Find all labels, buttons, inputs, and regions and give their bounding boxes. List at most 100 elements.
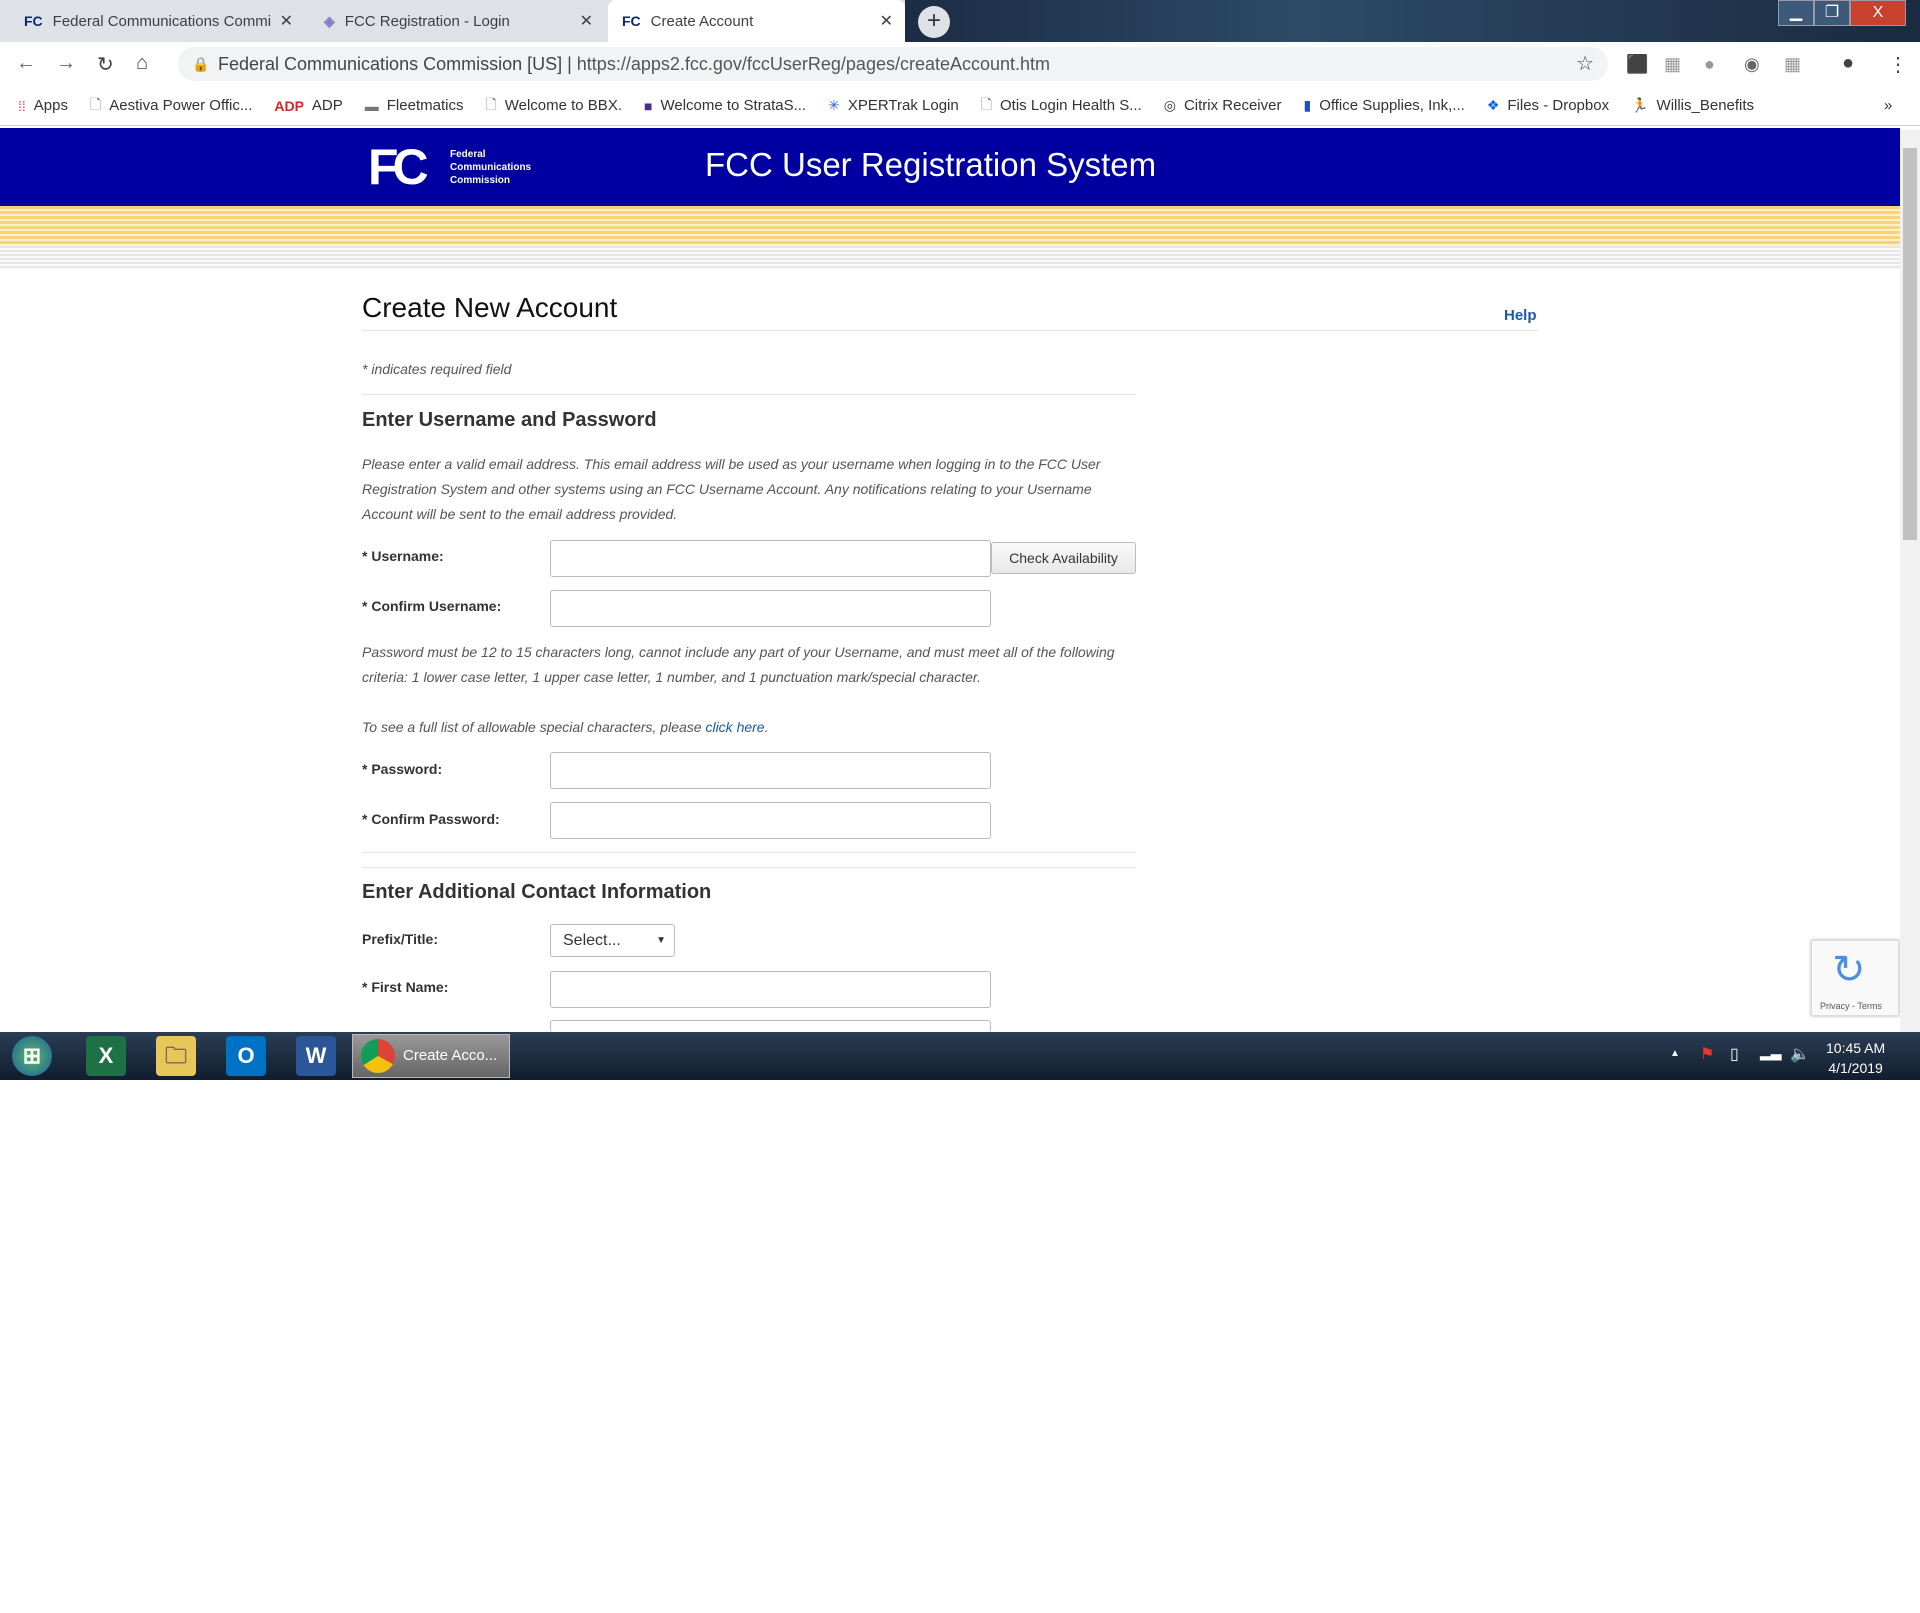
tab-label: Create Account — [650, 12, 754, 30]
chrome-icon — [361, 1039, 395, 1073]
special-characters-note: To see a full list of allowable special … — [362, 719, 769, 735]
close-icon[interactable]: ✕ — [580, 11, 593, 31]
bookmark[interactable]: ADP ADP — [274, 97, 342, 114]
file-explorer-icon[interactable]: 🗀 — [156, 1036, 196, 1076]
bookmark[interactable]: 🗋 Welcome to BBX. — [485, 94, 622, 118]
divider — [362, 394, 1136, 395]
tray-expand-icon[interactable]: ▲ — [1670, 1048, 1680, 1059]
help-link[interactable]: Help — [1504, 307, 1537, 324]
close-icon[interactable]: ✕ — [880, 11, 893, 31]
password-label: * Password: — [362, 761, 443, 777]
bookmark[interactable]: 🏃 Willis_Benefits — [1631, 97, 1754, 114]
password-rules: Password must be 12 to 15 characters lon… — [362, 644, 1115, 685]
last-name-input[interactable] — [550, 1020, 991, 1032]
recaptcha-badge[interactable]: ↻ Privacy - Terms — [1811, 940, 1899, 1016]
page-icon: 🗋 — [89, 95, 102, 112]
divider — [362, 867, 1136, 868]
bookmark[interactable]: ◎ Citrix Receiver — [1164, 97, 1282, 114]
bookmark[interactable]: ✳ XPERTrak Login — [828, 97, 959, 114]
scrollbar[interactable] — [1900, 130, 1920, 1032]
header-stripes — [0, 206, 1900, 250]
star-burst-icon: ✳ — [828, 97, 840, 113]
check-availability-button[interactable]: Check Availability — [991, 542, 1136, 574]
bookmark-apps[interactable]: ⁞⁞ Apps — [18, 97, 68, 114]
bookmark[interactable]: ▮ Office Supplies, Ink,... — [1303, 97, 1464, 114]
clock[interactable]: 10:45 AM 4/1/2019 — [1826, 1038, 1885, 1078]
confirm-username-input[interactable] — [550, 590, 991, 627]
recaptcha-icon: ↻ — [1832, 948, 1866, 992]
bookmark[interactable]: 🗋 Aestiva Power Offic... — [90, 94, 252, 118]
bookmark-label: Welcome to StrataS... — [660, 97, 807, 114]
address-bar[interactable]: 🔒 Federal Communications Commission [US] … — [178, 47, 1608, 81]
password-input[interactable] — [550, 752, 991, 789]
network-icon[interactable]: ▂▃ — [1760, 1044, 1782, 1061]
fcc-favicon: FC — [622, 13, 641, 29]
divider — [362, 852, 1136, 853]
section-heading: Enter Username and Password — [362, 409, 657, 431]
taskbar — [0, 1032, 1920, 1080]
action-center-flag-icon[interactable]: ⚑ — [1700, 1044, 1714, 1064]
adp-icon: ADP — [274, 97, 304, 114]
lock-icon: 🔒 — [192, 56, 210, 72]
runner-icon: 🏃 — [1631, 97, 1649, 113]
calendar-extension-icon[interactable]: ▦ — [1784, 54, 1801, 75]
reload-icon[interactable]: ↻ — [97, 52, 114, 77]
profile-icon[interactable]: ● — [1842, 52, 1854, 75]
tab-fcc[interactable]: FC Federal Communications Commi ✕ — [10, 0, 305, 42]
username-label: * Username: — [362, 548, 444, 564]
divider — [362, 330, 1538, 331]
taskbar-chrome-window[interactable]: Create Acco... — [352, 1034, 510, 1078]
new-tab-button[interactable]: + — [918, 6, 950, 38]
back-icon[interactable]: ← — [16, 52, 36, 75]
page-icon: 🗋 — [485, 95, 497, 112]
url-text: https://apps2.fcc.gov/fccUserReg/pages/c… — [576, 54, 1051, 74]
word-icon[interactable]: W — [296, 1036, 336, 1076]
first-name-input[interactable] — [550, 971, 991, 1008]
home-icon[interactable]: ⌂ — [136, 52, 148, 75]
tab-create-account[interactable]: FC Create Account ✕ — [608, 0, 905, 42]
bookmark[interactable]: 🗋 Otis Login Health S... — [981, 94, 1142, 118]
excel-icon[interactable]: X — [86, 1036, 126, 1076]
menu-icon[interactable]: ⋮ — [1888, 52, 1908, 77]
required-note: * indicates required field — [362, 361, 512, 377]
battery-icon[interactable]: ▯ — [1730, 1044, 1739, 1064]
minimize-button[interactable]: ▁ — [1778, 0, 1814, 26]
bookmark-label: Fleetmatics — [386, 97, 464, 114]
start-button[interactable]: ⊞ — [12, 1036, 52, 1076]
fcc-logo-text: Federal Communications Commission — [450, 149, 532, 186]
section-heading: Enter Additional Contact Information — [362, 881, 712, 903]
pdf-extension-icon[interactable]: ⬛ — [1626, 54, 1648, 75]
username-instructions: Please enter a valid email address. This… — [362, 456, 1101, 522]
scrollbar-thumb[interactable] — [1903, 148, 1917, 540]
prefix-select[interactable]: Select... ▼ — [550, 924, 675, 957]
eye-extension-icon[interactable]: ◉ — [1744, 54, 1760, 75]
restore-button[interactable]: ❐ — [1814, 0, 1850, 26]
circle-extension-icon[interactable]: ● — [1704, 54, 1715, 75]
bookmark-label: Otis Login Health S... — [999, 97, 1142, 114]
bookmark-label: Office Supplies, Ink,... — [1319, 97, 1465, 114]
bookmark-label: Aestiva Power Offic... — [109, 97, 253, 114]
citrix-icon: ◎ — [1163, 97, 1176, 113]
more-bookmarks-button[interactable]: » — [1884, 97, 1892, 114]
bookmarks-bar: ⁞⁞ Apps 🗋 Aestiva Power Offic... ADP ADP ▬ F… — [0, 86, 1920, 126]
bookmark-label: Welcome to BBX. — [504, 97, 622, 114]
tab-label: FCC Registration - Login — [344, 12, 510, 30]
recaptcha-links[interactable]: Privacy - Terms — [1820, 1001, 1882, 1011]
forward-icon[interactable]: → — [56, 52, 76, 75]
close-icon[interactable]: ✕ — [280, 11, 293, 31]
bookmark-label: Willis_Benefits — [1656, 97, 1755, 114]
star-icon[interactable]: ☆ — [1576, 47, 1594, 81]
calendar-extension-icon[interactable]: ▦ — [1664, 54, 1681, 75]
click-here-link[interactable]: click here — [705, 719, 764, 735]
bookmark[interactable]: ❖ Files - Dropbox — [1487, 97, 1609, 114]
outlook-icon[interactable]: O — [226, 1036, 266, 1076]
diamond-favicon: ◈ — [324, 12, 335, 29]
close-window-button[interactable]: X — [1850, 0, 1906, 26]
header-stripes-gray — [0, 246, 1900, 270]
username-input[interactable] — [550, 540, 991, 577]
bookmark[interactable]: ▬ Fleetmatics — [365, 97, 464, 114]
bookmark[interactable]: ■ Welcome to StrataS... — [644, 97, 806, 114]
volume-icon[interactable]: 🔈 — [1790, 1044, 1810, 1064]
tab-fcc-login[interactable]: ◈ FCC Registration - Login ✕ — [310, 0, 605, 42]
confirm-password-input[interactable] — [550, 802, 991, 839]
